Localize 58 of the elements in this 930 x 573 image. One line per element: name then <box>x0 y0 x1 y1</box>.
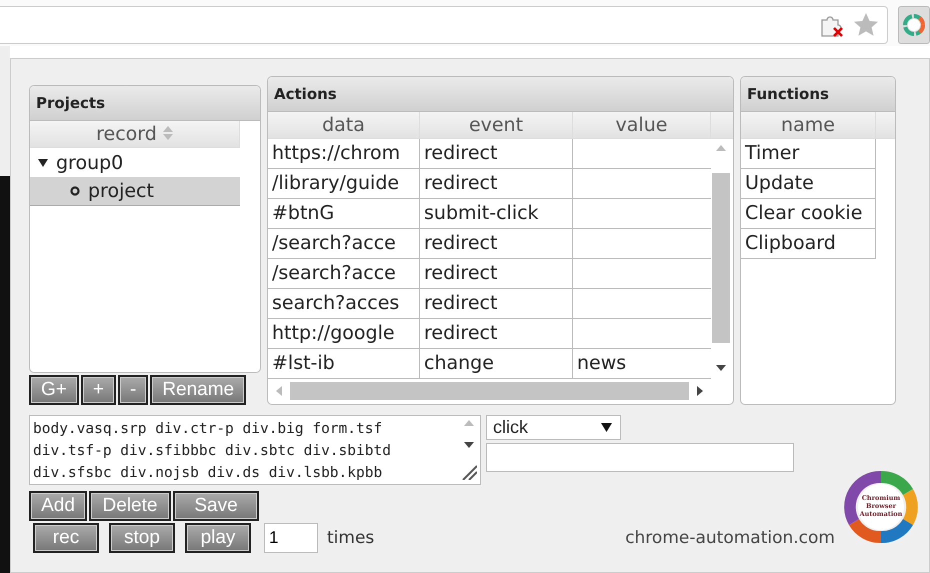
table-cell: /library/guide <box>268 169 420 198</box>
table-cell: /search?acce <box>268 259 420 288</box>
scroll-up-icon[interactable] <box>464 420 474 426</box>
panel-title: Actions <box>274 85 337 103</box>
panel-title: Functions <box>747 85 829 103</box>
scroll-down-icon[interactable] <box>464 442 474 448</box>
event-dropdown[interactable]: click <box>486 415 621 440</box>
tree-item[interactable]: project <box>30 177 240 206</box>
scroll-up-icon[interactable] <box>716 145 726 151</box>
table-cell: Clipboard <box>741 229 876 258</box>
website-link[interactable]: chrome-automation.com <box>625 528 835 548</box>
resize-handle-icon[interactable] <box>461 464 477 480</box>
dropdown-arrow-icon <box>601 423 612 432</box>
playback-button[interactable]: stop <box>109 523 175 553</box>
table-cell: http://google <box>268 319 420 348</box>
column-header[interactable]: event <box>420 112 573 138</box>
table-cell: change <box>420 349 573 378</box>
value-field[interactable] <box>486 443 794 472</box>
table-cell: redirect <box>420 319 573 348</box>
column-header[interactable]: value <box>573 112 711 138</box>
extension-button[interactable] <box>898 6 930 44</box>
table-cell: #lst-ib <box>268 349 420 378</box>
table-cell: Update <box>741 169 876 198</box>
table-cell-text: news <box>576 351 628 376</box>
playback-button[interactable]: rec <box>33 523 99 553</box>
action-button[interactable]: Save <box>173 491 259 521</box>
scroll-left-icon[interactable] <box>276 386 282 396</box>
table-cell: redirect <box>420 259 573 288</box>
playback-button[interactable]: play <box>185 523 251 553</box>
scroll-down-icon[interactable] <box>716 365 726 371</box>
column-header[interactable]: data <box>268 112 420 138</box>
project-button[interactable]: - <box>118 375 148 405</box>
tree-item[interactable]: group0 <box>30 148 240 177</box>
repeat-count-field[interactable]: 1 <box>264 523 318 553</box>
column-header[interactable]: record <box>30 121 240 147</box>
table-cell: /search?acce <box>268 229 420 258</box>
sort-icon <box>162 126 173 140</box>
table-cell: #btnG <box>268 199 420 228</box>
table-cell: redirect <box>420 229 573 258</box>
table-cell: Clear cookie <box>741 199 876 228</box>
table-cell: search?acces <box>268 289 420 318</box>
times-label: times <box>327 528 374 548</box>
panel-title: Projects <box>36 94 106 112</box>
table-cell: redirect <box>420 169 573 198</box>
table-cell: https://chrom <box>268 139 420 168</box>
table-cell: submit-click <box>420 199 573 228</box>
action-button[interactable]: Delete <box>89 491 171 521</box>
table-cell: redirect <box>420 139 573 168</box>
address-bar[interactable] <box>0 6 888 44</box>
project-button[interactable]: Rename <box>150 375 246 405</box>
table-cell: Timer <box>741 139 876 168</box>
caret-icon <box>38 158 48 166</box>
star-icon[interactable] <box>853 12 879 38</box>
table-cell: redirect <box>420 289 573 318</box>
action-button[interactable]: Add <box>29 491 87 521</box>
bullet-icon <box>70 186 80 196</box>
selector-field[interactable]: body.vasq.srp div.ctr-p div.big form.tsf div.tsf-p div.sfibbbc div.sbtc div.sbibtd div.sfsbc div.nojsb div.ds div.lsbb.kpbb <box>29 415 481 485</box>
scroll-right-icon[interactable] <box>697 386 703 396</box>
